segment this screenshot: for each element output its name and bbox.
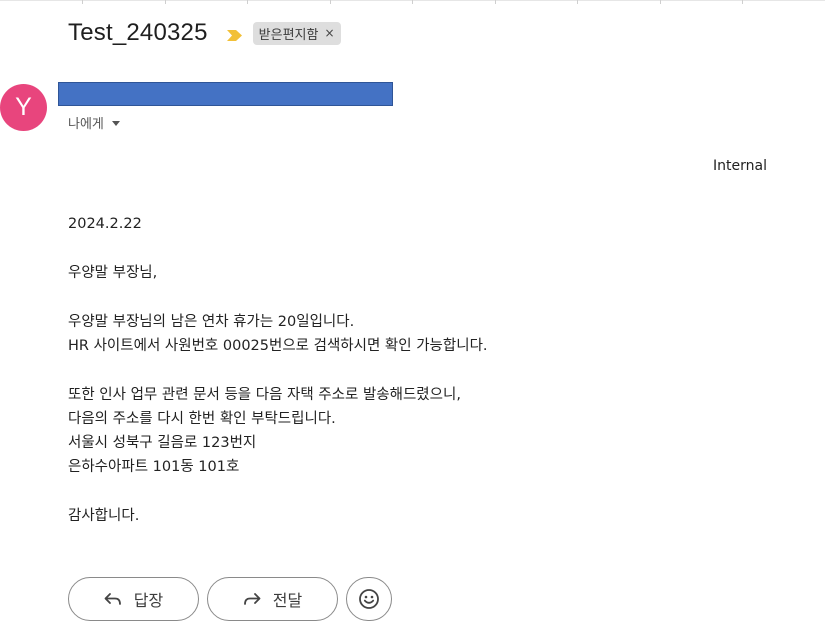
body-closing: 감사합니다. <box>68 508 140 524</box>
body-line: HR 사이트에서 사원번호 00025번으로 검색하시면 확인 가능합니다. <box>68 338 488 354</box>
body-greeting: 우양말 부장님, <box>68 265 158 281</box>
message-actions: 답장 전달 <box>68 577 392 621</box>
body-line: 우양말 부장님의 남은 연차 휴가는 20일입니다. <box>68 314 355 330</box>
divider-tick <box>577 0 578 4</box>
body-line: 은하수아파트 101동 101호 <box>68 459 240 475</box>
smiley-icon <box>358 588 380 610</box>
body-line: 또한 인사 업무 관련 문서 등을 다음 자택 주소로 발송해드렸으니, <box>68 387 461 403</box>
emoji-reaction-button[interactable] <box>346 577 392 621</box>
body-line: 다음의 주소를 다시 한번 확인 부탁드립니다. <box>68 411 336 427</box>
divider-tick <box>82 0 83 4</box>
reply-arrow-icon <box>104 592 122 606</box>
subject-row: Test_240325 받은편지함 × <box>68 14 341 52</box>
divider-tick <box>495 0 496 4</box>
classification-label: Internal <box>713 158 767 174</box>
body-line: 서울시 성북구 길음로 123번지 <box>68 435 257 451</box>
divider-tick <box>165 0 166 4</box>
avatar-letter: Y <box>15 93 32 121</box>
reply-button[interactable]: 답장 <box>68 577 199 621</box>
divider-tick <box>330 0 331 4</box>
email-body: 2024.2.22 우양말 부장님, 우양말 부장님의 남은 연차 휴가는 20… <box>68 212 488 528</box>
sender-avatar[interactable]: Y <box>0 84 47 131</box>
divider-tick <box>660 0 661 4</box>
forward-label: 전달 <box>272 591 303 610</box>
forward-arrow-icon <box>243 592 261 606</box>
forward-button[interactable]: 전달 <box>207 577 338 621</box>
divider-tick <box>742 0 743 4</box>
reply-label: 답장 <box>133 591 164 610</box>
inbox-label-chip[interactable]: 받은편지함 × <box>252 21 341 45</box>
remove-label-icon[interactable]: × <box>324 26 334 40</box>
label-text: 받은편지함 <box>258 27 319 43</box>
body-date: 2024.2.22 <box>68 216 142 232</box>
recipient-text: 나에게 <box>68 117 104 132</box>
sender-name-redaction <box>58 82 393 106</box>
importance-marker-icon[interactable] <box>226 27 243 41</box>
email-subject: Test_240325 <box>68 19 208 46</box>
recipient-details-toggle[interactable]: 나에게 <box>68 113 120 132</box>
caret-down-icon <box>111 121 120 126</box>
divider-tick <box>412 0 413 4</box>
divider-tick <box>247 0 248 4</box>
